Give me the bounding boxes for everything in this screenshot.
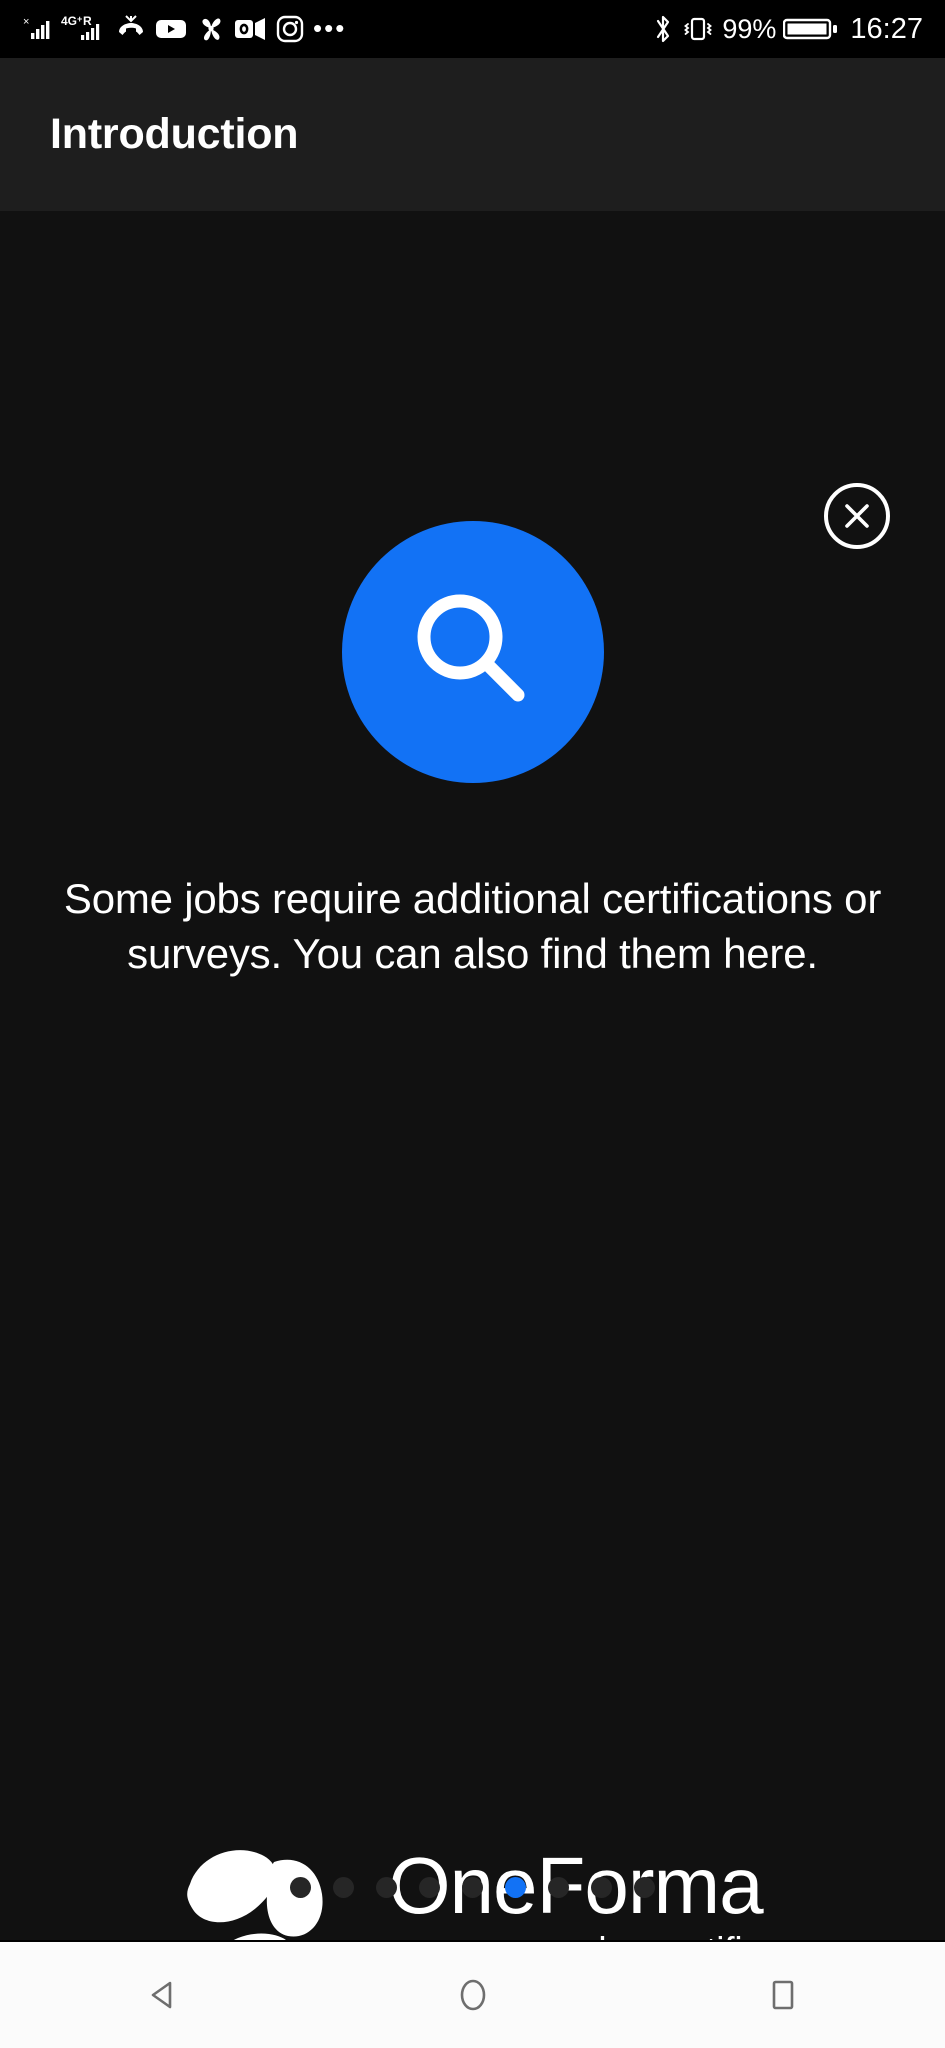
fan-app-icon xyxy=(196,14,226,44)
page-dot-active[interactable] xyxy=(505,1877,526,1898)
svg-text:+: + xyxy=(77,14,82,24)
app-bar: Introduction xyxy=(0,58,945,211)
page-dot[interactable] xyxy=(634,1877,655,1898)
status-bar-left-group: × 4G + R ••• xyxy=(22,14,346,44)
svg-text:R: R xyxy=(83,14,92,28)
nav-recents-button[interactable] xyxy=(688,1971,878,2019)
close-icon xyxy=(845,504,869,528)
more-notifications-icon: ••• xyxy=(313,13,347,44)
page-dot[interactable] xyxy=(290,1877,311,1898)
status-bar-right-group: 99% 16:27 xyxy=(652,14,923,44)
search-icon xyxy=(417,594,524,702)
intro-description: Some jobs require additional certificati… xyxy=(63,875,882,977)
android-navigation-bar xyxy=(0,1940,945,2048)
hero-search-badge xyxy=(341,521,604,783)
youtube-icon xyxy=(155,17,187,41)
page-dot[interactable] xyxy=(376,1877,397,1898)
missed-call-icon xyxy=(116,14,146,44)
no-sim-signal-icon: × xyxy=(22,14,52,44)
page-dot[interactable] xyxy=(591,1877,612,1898)
svg-text:×: × xyxy=(23,16,29,28)
page-dot[interactable] xyxy=(548,1877,569,1898)
battery-percent-label: 99% xyxy=(722,13,777,44)
page-dot[interactable] xyxy=(462,1877,483,1898)
instagram-icon xyxy=(276,15,304,43)
back-triangle-icon xyxy=(151,1981,171,2009)
outlook-icon xyxy=(235,16,267,42)
vibrate-icon xyxy=(681,14,715,44)
page-title: Introduction xyxy=(50,110,299,158)
page-dot[interactable] xyxy=(333,1877,354,1898)
intro-slide-content: Some jobs require additional certificati… xyxy=(0,211,945,1980)
phone-screen: × 4G + R ••• 99% 16:27 Introduction Some… xyxy=(0,0,945,2048)
status-bar-clock: 16:27 xyxy=(850,12,923,45)
home-circle-icon xyxy=(460,1979,485,2011)
battery-full-icon xyxy=(783,14,839,44)
nav-home-button[interactable] xyxy=(378,1971,568,2019)
close-button[interactable] xyxy=(824,483,890,549)
svg-text:4G: 4G xyxy=(61,14,77,28)
network-4g-plus-roaming-icon: 4G + R xyxy=(61,14,107,44)
bluetooth-icon xyxy=(652,14,674,44)
page-dot[interactable] xyxy=(419,1877,440,1898)
nav-back-button[interactable] xyxy=(68,1971,258,2019)
status-bar: × 4G + R ••• 99% 16:27 xyxy=(0,0,945,58)
page-indicator[interactable] xyxy=(0,1877,945,1898)
recents-square-icon xyxy=(772,1980,793,2010)
